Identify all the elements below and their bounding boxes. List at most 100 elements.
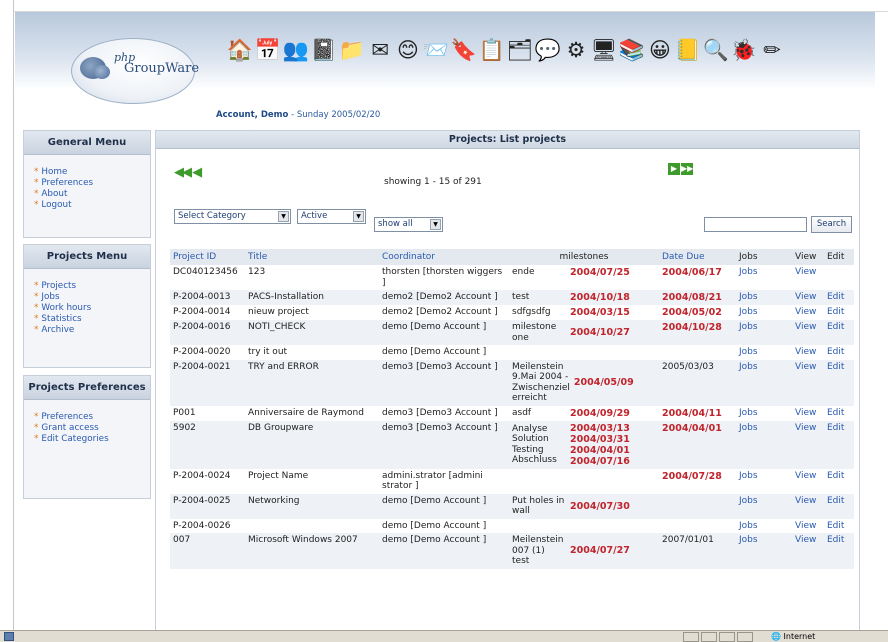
sidebar-item-grant-access[interactable]: Grant access xyxy=(34,423,150,434)
messenger-app-icon[interactable]: 📨 xyxy=(423,35,449,65)
milestone-dates: 2004/09/29 xyxy=(570,408,630,419)
edit-link[interactable]: Edit xyxy=(824,345,854,360)
projects-app-icon[interactable]: 🗂 xyxy=(507,35,534,65)
milestone-name: asdf xyxy=(512,407,532,418)
view-link[interactable]: View xyxy=(792,345,824,360)
jobs-link[interactable]: Jobs xyxy=(736,420,792,469)
view-link[interactable]: View xyxy=(792,320,824,345)
project-title-cell: Project Name xyxy=(245,468,379,494)
jobs-link[interactable]: Jobs xyxy=(736,290,792,305)
sidebar-item-jobs[interactable]: Jobs xyxy=(34,292,150,303)
preferences-app-icon[interactable]: ⚙ xyxy=(563,35,589,65)
sidebar-item-edit-categories[interactable]: Edit Categories xyxy=(34,434,150,445)
general-menu: General Menu HomePreferencesAboutLogout xyxy=(23,130,151,238)
view-link[interactable]: View xyxy=(792,265,824,290)
view-link[interactable]: View xyxy=(792,290,824,305)
category-select-value: Select Category xyxy=(178,211,246,221)
logo-groupware-text: GroupWare xyxy=(124,61,200,76)
view-link[interactable]: View xyxy=(792,405,824,421)
sidebar-item-projects[interactable]: Projects xyxy=(34,281,150,292)
jobs-link[interactable]: Jobs xyxy=(736,493,792,519)
projects-menu-list: ProjectsJobsWork hoursStatisticsArchive xyxy=(24,269,150,344)
bookmarks-app-icon[interactable]: 🔖 xyxy=(451,35,477,65)
column-header-date-due[interactable]: Date Due xyxy=(659,249,736,265)
view-link[interactable]: View xyxy=(792,493,824,519)
contacts-app-icon[interactable]: 👥 xyxy=(283,35,309,65)
search-app-icon[interactable]: 🔍 xyxy=(703,35,729,65)
view-link[interactable]: View xyxy=(792,533,824,569)
sidebar-item-work-hours[interactable]: Work hours xyxy=(34,303,150,314)
view-link[interactable]: View xyxy=(792,305,824,320)
view-link[interactable]: View xyxy=(792,359,824,406)
addressbook-app-icon[interactable]: 📒 xyxy=(675,35,701,65)
manual-app-icon[interactable]: 📚 xyxy=(619,35,645,65)
bugs-app-icon[interactable]: 🐞 xyxy=(731,35,757,65)
phpgroupware-logo[interactable]: php GroupWare xyxy=(71,38,199,104)
jobs-link[interactable]: Jobs xyxy=(736,518,792,533)
sidebar-item-preferences[interactable]: Preferences xyxy=(34,178,150,189)
jobs-link[interactable]: Jobs xyxy=(736,405,792,421)
admin-app-icon[interactable]: 🖥 xyxy=(591,35,618,65)
edit-link[interactable]: Edit xyxy=(824,493,854,519)
column-header-coordinator[interactable]: Coordinator xyxy=(379,249,509,265)
table-row: DC040123456 123 thorsten [thorsten wiggers… xyxy=(170,265,854,290)
edit-link[interactable]: Edit xyxy=(824,468,854,494)
logout-app-icon[interactable]: ✏ xyxy=(759,35,785,65)
edit-link[interactable]: Edit xyxy=(824,518,854,533)
chat-app-icon[interactable]: 😀 xyxy=(647,35,673,65)
milestones-cell xyxy=(509,518,659,533)
view-link[interactable]: View xyxy=(792,420,824,469)
project-id-cell: P-2004-0024 xyxy=(170,468,245,494)
sidebar-item-logout[interactable]: Logout xyxy=(34,200,150,211)
previous-page-icon[interactable]: ◀◀ ◀ xyxy=(174,165,202,180)
last-page-icon[interactable]: ▶▶ xyxy=(681,163,693,175)
milestone-name: test xyxy=(512,556,530,566)
show-select[interactable]: show all ▼ xyxy=(374,217,443,232)
status-select[interactable]: Active ▼ xyxy=(297,209,366,224)
edit-link[interactable]: Edit xyxy=(824,405,854,421)
edit-link[interactable]: Edit xyxy=(824,420,854,469)
notes-app-icon[interactable]: 📓 xyxy=(311,35,337,65)
milestone-group: Analyse Solution Testing Abschluss 2004/03/1… xyxy=(512,423,656,467)
jobs-link[interactable]: Jobs xyxy=(736,265,792,290)
todo-app-icon[interactable]: 📋 xyxy=(479,35,505,65)
next-page-icon[interactable]: ▶ xyxy=(668,163,680,175)
projects-preferences-list: PreferencesGrant accessEdit Categories xyxy=(24,400,150,453)
edit-link[interactable]: Edit xyxy=(824,533,854,569)
jobs-link[interactable]: Jobs xyxy=(736,533,792,569)
coordinator-cell: demo2 [Demo2 Account ] xyxy=(379,305,509,320)
category-select[interactable]: Select Category ▼ xyxy=(174,209,291,224)
edit-link[interactable]: Edit xyxy=(824,305,854,320)
project-title-cell: DB Groupware xyxy=(245,420,379,469)
sidebar-item-preferences[interactable]: Preferences xyxy=(34,412,150,423)
date-due-cell xyxy=(659,493,736,519)
smiley-app-icon[interactable]: 😊 xyxy=(395,35,421,65)
view-link[interactable]: View xyxy=(792,468,824,494)
sidebar-item-home[interactable]: Home xyxy=(34,167,150,178)
jobs-link[interactable]: Jobs xyxy=(736,320,792,345)
edit-link[interactable]: Edit xyxy=(824,359,854,406)
column-header-title[interactable]: Title xyxy=(245,249,379,265)
home-app-icon[interactable]: 🏠 xyxy=(227,35,253,65)
view-link[interactable]: View xyxy=(792,518,824,533)
search-button[interactable]: Search xyxy=(811,216,852,233)
forum-app-icon[interactable]: 💬 xyxy=(535,35,561,65)
sidebar-item-about[interactable]: About xyxy=(34,189,150,200)
jobs-link[interactable]: Jobs xyxy=(736,345,792,360)
jobs-link[interactable]: Jobs xyxy=(736,305,792,320)
milestone-names: sdfgsdfg xyxy=(512,307,566,318)
jobs-link[interactable]: Jobs xyxy=(736,468,792,494)
email-app-icon[interactable]: ✉ xyxy=(367,35,393,65)
column-header-project-id[interactable]: Project ID xyxy=(170,249,245,265)
jobs-link[interactable]: Jobs xyxy=(736,359,792,406)
edit-link[interactable] xyxy=(824,265,854,290)
calendar-app-icon[interactable]: 📅 xyxy=(255,35,281,65)
column-header-view: View xyxy=(792,249,824,265)
projects-panel: Projects: List projects ◀◀ ◀ ▶ ▶▶ showin… xyxy=(155,130,860,642)
sidebar-item-archive[interactable]: Archive xyxy=(34,325,150,336)
search-input[interactable] xyxy=(704,217,807,232)
filemanager-app-icon[interactable]: 📁 xyxy=(339,35,365,65)
sidebar-item-statistics[interactable]: Statistics xyxy=(34,314,150,325)
edit-link[interactable]: Edit xyxy=(824,320,854,345)
edit-link[interactable]: Edit xyxy=(824,290,854,305)
